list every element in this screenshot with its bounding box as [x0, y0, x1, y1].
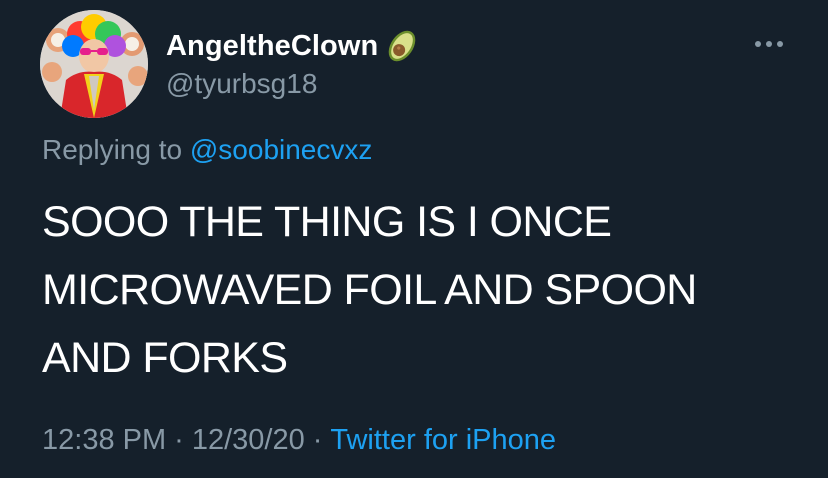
tweet-text-line: MICROWAVED FOIL AND SPOON: [42, 266, 697, 314]
reply-prefix: Replying to: [42, 134, 183, 165]
avatar-photo: [40, 10, 148, 118]
tweet-metadata: 12:38 PM · 12/30/20 · Twitter for iPhone: [42, 424, 556, 457]
display-name[interactable]: AngeltheClown: [166, 30, 378, 63]
tweet-text-line: AND FORKS: [42, 334, 288, 382]
reply-mention-link[interactable]: @soobinecvxz: [190, 134, 373, 165]
meta-separator: ·: [174, 424, 184, 456]
tweet-text-line: SOOO THE THING IS I ONCE: [42, 198, 612, 246]
tweet-time[interactable]: 12:38 PM: [42, 424, 166, 456]
reply-context: Replying to @soobinecvxz: [42, 134, 372, 166]
avocado-icon: [389, 30, 416, 62]
user-handle[interactable]: @tyurbsg18: [166, 68, 317, 100]
tweet-source-link[interactable]: Twitter for iPhone: [330, 424, 556, 456]
tweet-text: SOOO THE THING IS I ONCE MICROWAVED FOIL…: [42, 188, 782, 392]
meta-separator: ·: [312, 424, 323, 456]
more-options-icon[interactable]: [746, 30, 792, 58]
avatar[interactable]: [40, 10, 148, 118]
tweet-date[interactable]: 12/30/20: [192, 424, 305, 456]
display-name-row[interactable]: AngeltheClown: [166, 26, 422, 66]
